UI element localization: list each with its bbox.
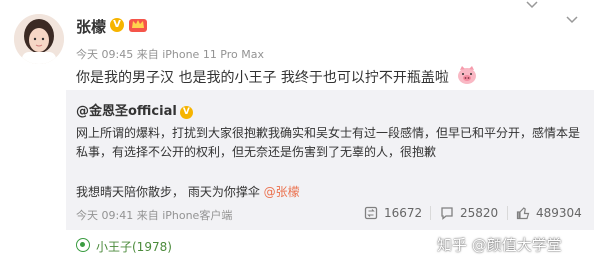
repost-count: 16672 [384, 206, 423, 220]
repost-author[interactable]: @金恩圣official V [76, 100, 193, 119]
chevron-down-icon[interactable] [565, 15, 579, 25]
repost-text-line-3-text: 我想晴天陪你散步， 雨天为你撑伞 [76, 185, 264, 199]
like-icon [516, 207, 530, 220]
post-meta: 今天 09:45 来自 iPhone 11 Pro Max [76, 48, 264, 61]
topic-icon [76, 238, 90, 252]
topic-link[interactable]: 小王子(1978) [96, 238, 172, 255]
repost-meta: 今天 09:41 来自 iPhone客户端 [76, 209, 233, 222]
divider [430, 206, 431, 220]
divider [507, 206, 508, 220]
comment-count-button[interactable]: 25820 [440, 204, 498, 222]
avatar[interactable] [14, 14, 64, 64]
watermark: 知乎 @颜值大学堂 [437, 236, 562, 254]
verified-badge-icon: V [179, 106, 193, 119]
post-text: 你是我的男子汉 也是我的小王子 我终于也可以拧不开瓶盖啦 [76, 70, 449, 86]
pig-face-icon [458, 66, 476, 84]
comment-icon [441, 207, 453, 220]
repost-icon [364, 206, 378, 220]
comment-count: 25820 [460, 206, 499, 220]
user-name[interactable]: 张檬 [76, 16, 106, 37]
repost-count-button[interactable]: 16672 [364, 204, 422, 222]
like-count-button[interactable]: 489304 [516, 204, 582, 222]
crown-badge-icon[interactable] [128, 15, 148, 33]
chevron-down-icon[interactable] [525, 0, 539, 10]
repost-text-line-2: 私事，有选择不公开的权利，但无奈还是伤害到了无辜的人，很抱歉 [76, 145, 437, 159]
repost-text-line-1: 网上所谓的爆料，打扰到大家很抱歉我确实和吴女士有过一段感情，但早已和平分开，感情… [76, 126, 581, 140]
like-count: 489304 [536, 206, 582, 220]
mention-link[interactable]: @张檬 [264, 185, 300, 199]
repost-author-name[interactable]: @金恩圣official [76, 104, 177, 119]
verified-badge-icon: V [110, 18, 124, 32]
repost-text-line-3: 我想晴天陪你散步， 雨天为你撑伞 @张檬 [76, 183, 300, 200]
